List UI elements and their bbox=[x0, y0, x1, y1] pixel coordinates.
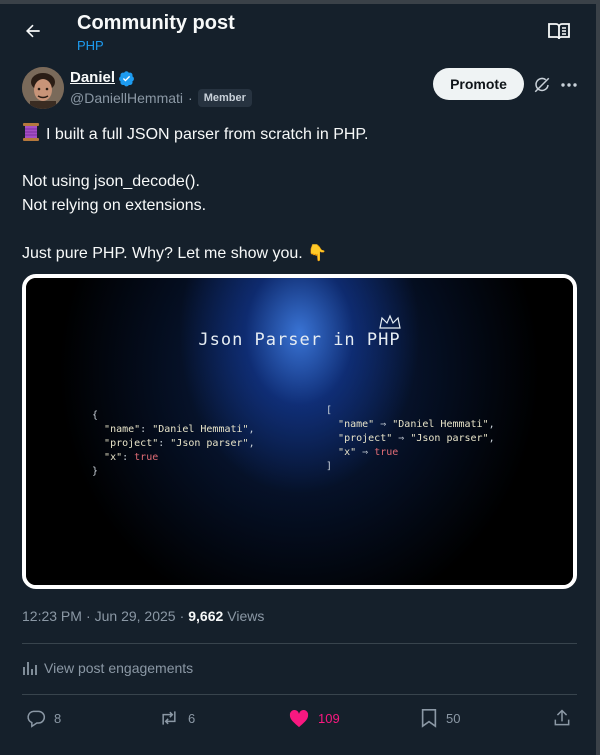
avatar-image bbox=[22, 67, 64, 109]
share-button[interactable] bbox=[552, 708, 572, 728]
bookmark-button[interactable]: 50 bbox=[420, 708, 460, 728]
verified-icon bbox=[119, 71, 134, 87]
back-arrow-icon bbox=[26, 24, 40, 38]
repost-count: 6 bbox=[188, 710, 196, 726]
window-right-border bbox=[596, 0, 600, 755]
divider bbox=[22, 643, 577, 644]
media-title: Json Parser in PHP bbox=[198, 330, 401, 350]
divider bbox=[22, 694, 577, 695]
post-line-3: Not relying on extensions. bbox=[22, 197, 207, 214]
like-button[interactable]: 109 bbox=[288, 708, 340, 728]
view-engagements-label: View post engagements bbox=[44, 660, 194, 676]
post-line-1-text: I built a full JSON parser from scratch … bbox=[46, 126, 369, 143]
member-badge: Member bbox=[197, 89, 252, 107]
post-date[interactable]: Jun 29, 2025 bbox=[95, 608, 176, 624]
grok-button[interactable] bbox=[531, 74, 553, 96]
post-text: I built a full JSON parser from scratch … bbox=[22, 122, 582, 266]
analytics-icon bbox=[23, 662, 37, 675]
like-icon bbox=[289, 709, 309, 728]
page-title: Community post bbox=[77, 12, 235, 34]
post-line-1: I built a full JSON parser from scratch … bbox=[22, 122, 582, 146]
header: Community post PHP bbox=[0, 8, 596, 58]
avatar[interactable] bbox=[22, 67, 64, 109]
reply-count: 8 bbox=[54, 710, 62, 726]
reply-button[interactable]: 8 bbox=[26, 708, 61, 728]
views-label: Views bbox=[227, 608, 265, 624]
share-icon bbox=[554, 709, 570, 726]
code-block-php-array: [ "name" ⇒ "Daniel Hemmati", "project" ⇒… bbox=[326, 405, 495, 472]
reply-icon bbox=[27, 710, 46, 728]
view-engagements-link[interactable]: View post engagements bbox=[22, 660, 193, 676]
post-meta: 12:23 PM · Jun 29, 2025 · 9,662 Views bbox=[22, 608, 264, 624]
handle-separator: · bbox=[188, 90, 193, 106]
author-name[interactable]: Daniel bbox=[70, 69, 115, 86]
reader-icon bbox=[548, 23, 570, 40]
crown-icon bbox=[379, 314, 401, 329]
author-handle-row: @DaniellHemmati · Member bbox=[70, 89, 252, 107]
meta-separator: · bbox=[85, 608, 91, 624]
action-bar: 8 6 109 50 bbox=[22, 708, 577, 732]
like-count: 109 bbox=[318, 710, 340, 726]
code-block-json: { "name": "Daniel Hemmati", "project": "… bbox=[92, 410, 255, 477]
repost-icon bbox=[162, 711, 176, 725]
bookmark-icon bbox=[421, 709, 437, 728]
window-top-border bbox=[0, 0, 600, 4]
post-media-image[interactable]: Json Parser in PHP { "name": "Daniel Hem… bbox=[22, 274, 577, 589]
spool-icon bbox=[23, 123, 39, 141]
reader-button[interactable] bbox=[546, 20, 572, 42]
repost-button[interactable]: 6 bbox=[158, 708, 195, 728]
meta-separator: · bbox=[179, 608, 185, 624]
grok-icon bbox=[534, 77, 550, 93]
more-button[interactable] bbox=[558, 74, 580, 96]
post-line-4: Just pure PHP. Why? Let me show you. 👇 bbox=[22, 245, 328, 262]
community-link[interactable]: PHP bbox=[77, 38, 104, 53]
promote-button[interactable]: Promote bbox=[433, 68, 524, 100]
author-handle[interactable]: @DaniellHemmati bbox=[70, 90, 183, 106]
more-icon bbox=[561, 83, 577, 87]
post-time[interactable]: 12:23 PM bbox=[22, 608, 82, 624]
back-button[interactable] bbox=[20, 18, 46, 44]
post-line-2: Not using json_decode(). bbox=[22, 173, 200, 190]
views-count: 9,662 bbox=[188, 608, 224, 624]
bookmark-count: 50 bbox=[446, 710, 461, 726]
